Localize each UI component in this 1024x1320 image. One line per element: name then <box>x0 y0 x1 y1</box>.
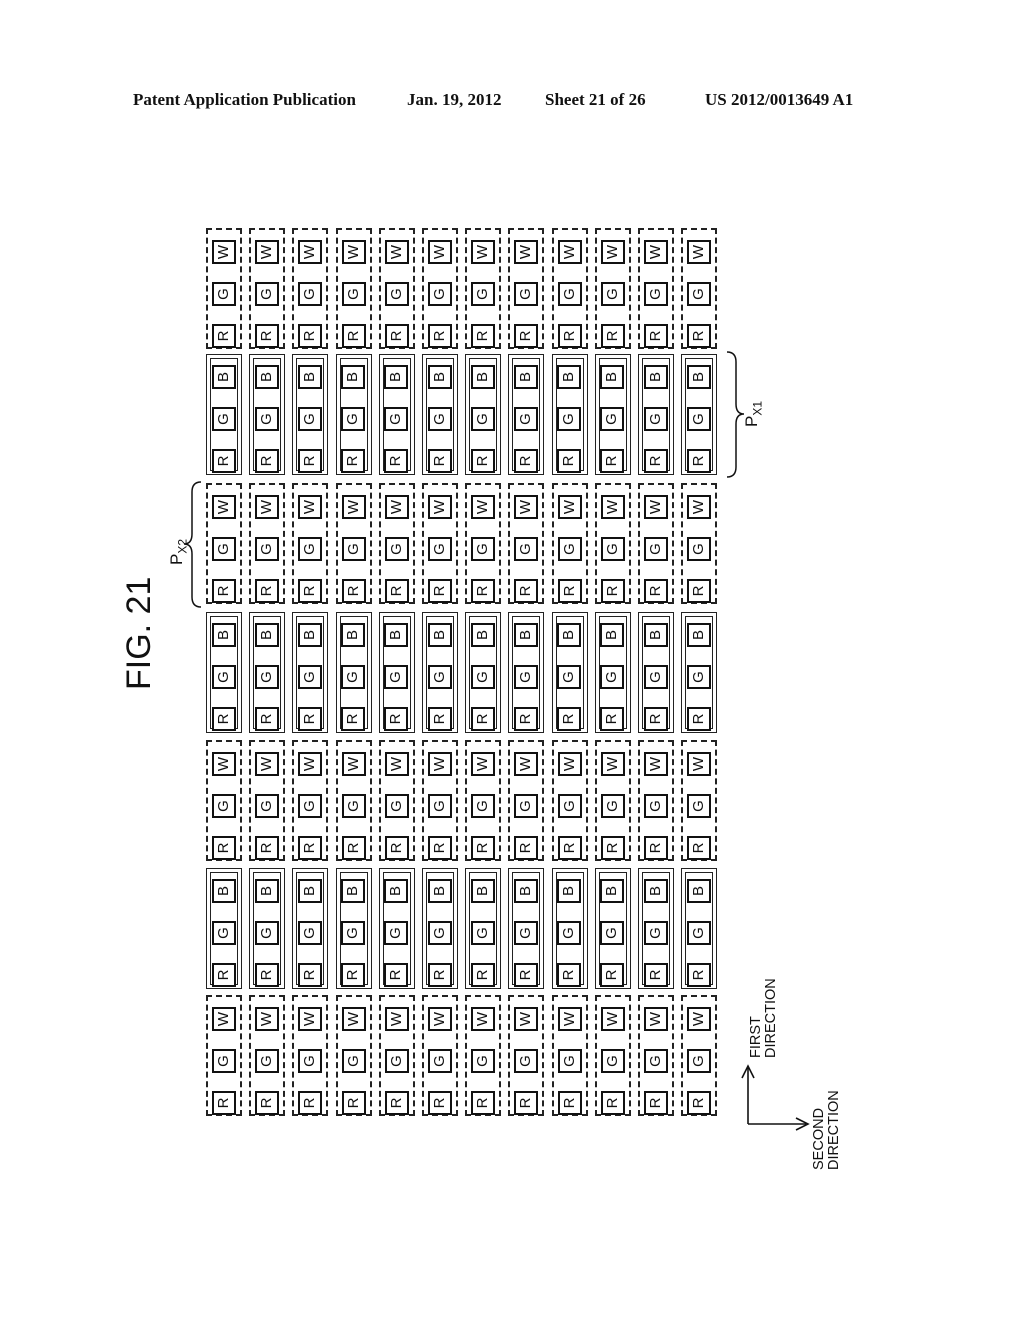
second-direction-line-1: SECOND <box>811 1107 827 1170</box>
first-direction-line-2: DIRECTION <box>763 978 779 1058</box>
px2-brace <box>183 481 202 608</box>
px1-brace <box>726 351 745 478</box>
second-direction-label: SECOND DIRECTION <box>811 1090 842 1170</box>
first-direction-line-1: FIRST <box>748 1016 764 1058</box>
first-direction-label: FIRST DIRECTION <box>748 978 779 1058</box>
second-direction-line-2: DIRECTION <box>826 1090 842 1170</box>
annotations-layer <box>183 351 810 1131</box>
